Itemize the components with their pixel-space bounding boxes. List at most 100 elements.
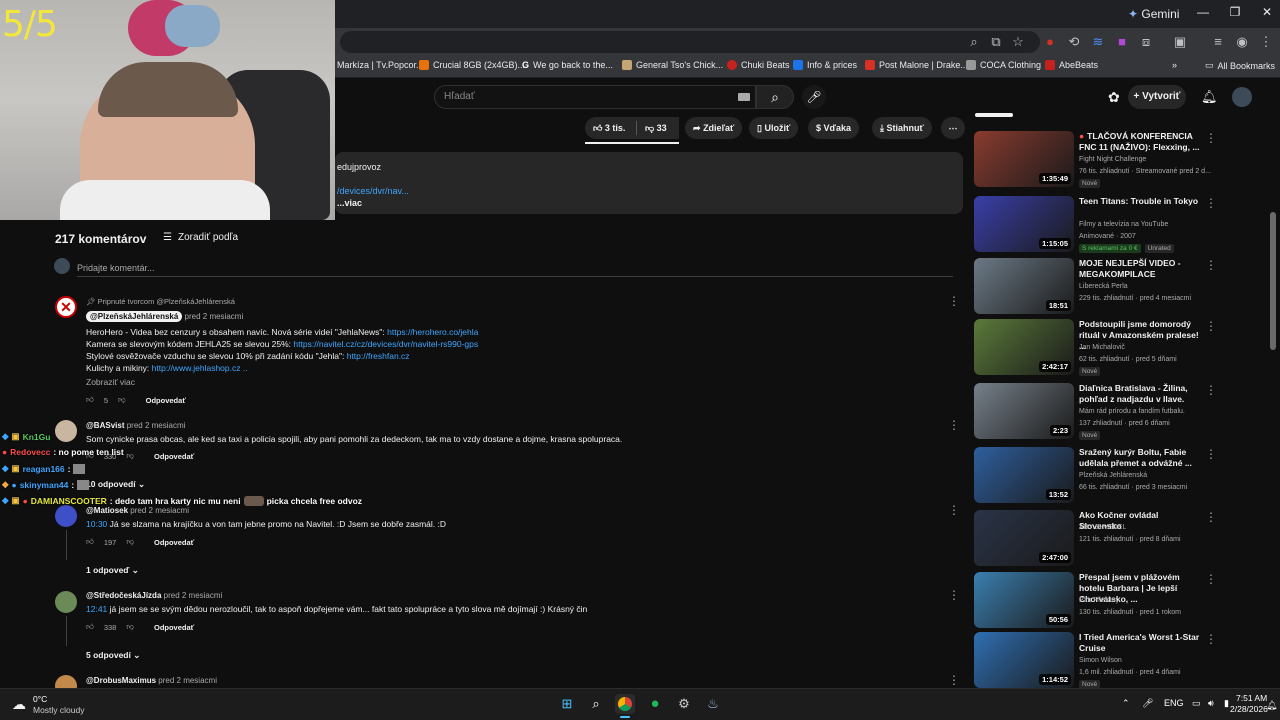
all-bookmarks-button[interactable]: ▭ All Bookmarks: [1205, 60, 1275, 71]
gemini-button[interactable]: ✦ Gemini: [1128, 7, 1179, 21]
search-button[interactable]: ⌕: [756, 85, 794, 109]
account-avatar[interactable]: [1232, 87, 1252, 107]
video-channel[interactable]: Simon Wilson: [1079, 656, 1122, 666]
bookmark-item[interactable]: AbeBeats: [1045, 60, 1098, 70]
zoom-icon[interactable]: ⌕: [966, 34, 982, 50]
comment-menu-icon[interactable]: ⋮: [948, 588, 960, 602]
weather-desc[interactable]: Mostly cloudy: [33, 705, 85, 715]
extension-red-icon[interactable]: ●: [1042, 34, 1058, 50]
freshfan-link[interactable]: http://freshfan.cz: [347, 351, 410, 361]
video-channel[interactable]: Pan Přešaný: [1079, 596, 1119, 606]
video-thumbnail[interactable]: 13:52: [974, 447, 1074, 503]
video-menu-icon[interactable]: ⋮: [1205, 258, 1217, 272]
restore-icon[interactable]: ❐: [1226, 5, 1244, 23]
like-comment-icon[interactable]: 👍︎: [86, 622, 94, 632]
video-menu-icon[interactable]: ⋮: [1205, 572, 1217, 586]
herohero-link[interactable]: https://herohero.co/jehla: [387, 327, 478, 337]
extension-purple-icon[interactable]: ■: [1114, 34, 1130, 50]
video-title[interactable]: I Tried America's Worst 1-Star Cruise: [1079, 632, 1203, 654]
bookmark-star-icon[interactable]: ☆: [1010, 34, 1026, 50]
tray-overflow-icon[interactable]: ⌃: [1122, 698, 1130, 709]
reply-button[interactable]: Odpovedať: [154, 452, 194, 461]
video-title[interactable]: Diaľnica Bratislava - Žilina, pohľad z n…: [1079, 383, 1203, 405]
upload-settings-icon[interactable]: ✿: [1108, 89, 1120, 106]
video-menu-icon[interactable]: ⋮: [1205, 447, 1217, 461]
comment-author[interactable]: @BASvist: [86, 421, 124, 430]
video-menu-icon[interactable]: ⋮: [1205, 510, 1217, 524]
video-channel[interactable]: Liberecká Perla: [1079, 282, 1128, 292]
more-actions-button[interactable]: ⋯: [941, 117, 965, 139]
video-channel[interactable]: Fight Night Challenge: [1079, 155, 1146, 165]
dislike-comment-icon[interactable]: 👎︎: [126, 622, 134, 632]
bookmark-item[interactable]: Crucial 8GB (2x4GB)...: [419, 60, 525, 70]
description-box[interactable]: [335, 152, 963, 214]
steam-icon[interactable]: ♨: [703, 694, 723, 714]
commenter-avatar[interactable]: [55, 420, 77, 442]
keyboard-icon[interactable]: [738, 93, 750, 101]
download-button[interactable]: ⤓ Stiahnuť: [872, 117, 932, 139]
video-title[interactable]: Teen Titans: Trouble in Tokyo: [1079, 196, 1203, 207]
language-indicator[interactable]: ENG: [1164, 698, 1184, 708]
scrollbar[interactable]: [1270, 212, 1276, 350]
video-channel[interactable]: Jan Michalovič: [1079, 343, 1125, 353]
comment-author[interactable]: @DrobusMaximus: [86, 676, 156, 685]
spotify-icon[interactable]: ●: [645, 694, 665, 714]
comment-time[interactable]: pred 2 mesiacmi: [158, 676, 217, 685]
dislike-comment-icon[interactable]: 👎︎: [126, 537, 134, 547]
show-more-button[interactable]: Zobraziť viac: [86, 377, 135, 387]
clock-date[interactable]: 2/28/2026: [1230, 704, 1268, 714]
browser-menu-icon[interactable]: ⋮: [1258, 34, 1274, 50]
video-menu-icon[interactable]: ⋮: [1205, 319, 1217, 333]
video-thumbnail[interactable]: 2:47:00: [974, 510, 1074, 566]
reply-button[interactable]: Odpovedať: [146, 396, 186, 405]
video-thumbnail[interactable]: 2:42:17: [974, 319, 1074, 375]
extension-icon[interactable]: ⟲: [1066, 34, 1082, 50]
bookmarks-overflow-icon[interactable]: »: [1172, 60, 1177, 70]
video-channel[interactable]: ABY SI VEDEL: [1079, 523, 1126, 533]
share-button[interactable]: ➦ Zdieľať: [685, 117, 743, 139]
notifications-bell-icon[interactable]: 🔔︎: [1201, 89, 1218, 105]
video-title[interactable]: MOJE NEJLEPŠÍ VIDEO - MEGAKOMPILACE: [1079, 258, 1203, 280]
chrome-icon[interactable]: [615, 694, 635, 714]
reply-button[interactable]: Odpovedať: [154, 538, 194, 547]
sidepanel-icon[interactable]: ▣: [1172, 34, 1188, 50]
video-thumbnail[interactable]: 1:14:52: [974, 632, 1074, 688]
close-icon[interactable]: ✕: [1258, 5, 1276, 23]
reply-button[interactable]: Odpovedať: [154, 623, 194, 632]
add-comment-input[interactable]: Pridajte komentár...: [77, 263, 155, 273]
comment-author[interactable]: @StředočeskáJízda: [86, 591, 161, 600]
commenter-avatar[interactable]: [55, 505, 77, 527]
video-thumbnail[interactable]: 2:23: [974, 383, 1074, 439]
comment-author[interactable]: @Matiosek: [86, 506, 128, 515]
video-channel[interactable]: Filmy a televízia na YouTube: [1079, 220, 1168, 230]
video-thumbnail[interactable]: 1:35:49: [974, 131, 1074, 187]
profile-avatar[interactable]: ◉: [1234, 34, 1250, 50]
navitel-link[interactable]: https://navitel.cz/cz/devices/dvr/navite…: [293, 339, 478, 349]
timestamp-link[interactable]: 12:41: [86, 604, 107, 614]
extensions-puzzle-icon[interactable]: ⧈: [1138, 34, 1154, 50]
video-channel[interactable]: Mám rád prírodu a fandím futbalu.: [1079, 407, 1185, 417]
like-comment-icon[interactable]: 👍︎: [86, 395, 94, 405]
comment-menu-icon[interactable]: ⋮: [948, 418, 960, 432]
bookmark-item[interactable]: Chuki Beats: [727, 60, 790, 70]
address-bar[interactable]: [340, 31, 1040, 53]
description-more-button[interactable]: ...viac: [337, 198, 362, 208]
bookmark-item[interactable]: Markíza | Tv.Popcor...: [337, 60, 424, 70]
microphone-icon[interactable]: 🎤︎: [1142, 698, 1153, 709]
jehlashop-link[interactable]: http://www.jehlashop.cz ..: [152, 363, 248, 373]
like-comment-icon[interactable]: 👍︎: [86, 537, 94, 547]
video-thumbnail[interactable]: 18:51: [974, 258, 1074, 314]
notifications-icon[interactable]: 🔔︎: [1266, 700, 1277, 711]
install-icon[interactable]: ⧉: [988, 34, 1004, 50]
channel-avatar[interactable]: ✕: [55, 296, 77, 318]
volume-icon[interactable]: 🔊︎: [1208, 698, 1214, 709]
search-input[interactable]: [434, 85, 756, 109]
comment-menu-icon[interactable]: ⋮: [948, 503, 960, 517]
video-title[interactable]: Sražený kurýr Boltu, Fabie udělala přeme…: [1079, 447, 1203, 469]
sort-button[interactable]: ☰ Zoradiť podľa: [163, 232, 238, 243]
pinned-time[interactable]: pred 2 mesiacmi: [185, 312, 244, 321]
network-icon[interactable]: ▭: [1192, 698, 1201, 709]
view-replies-button[interactable]: 10 odpovedí ⌄: [86, 479, 145, 490]
taskbar-search-icon[interactable]: ⌕: [586, 694, 606, 714]
description-link[interactable]: /devices/dvr/nav...: [337, 186, 409, 196]
